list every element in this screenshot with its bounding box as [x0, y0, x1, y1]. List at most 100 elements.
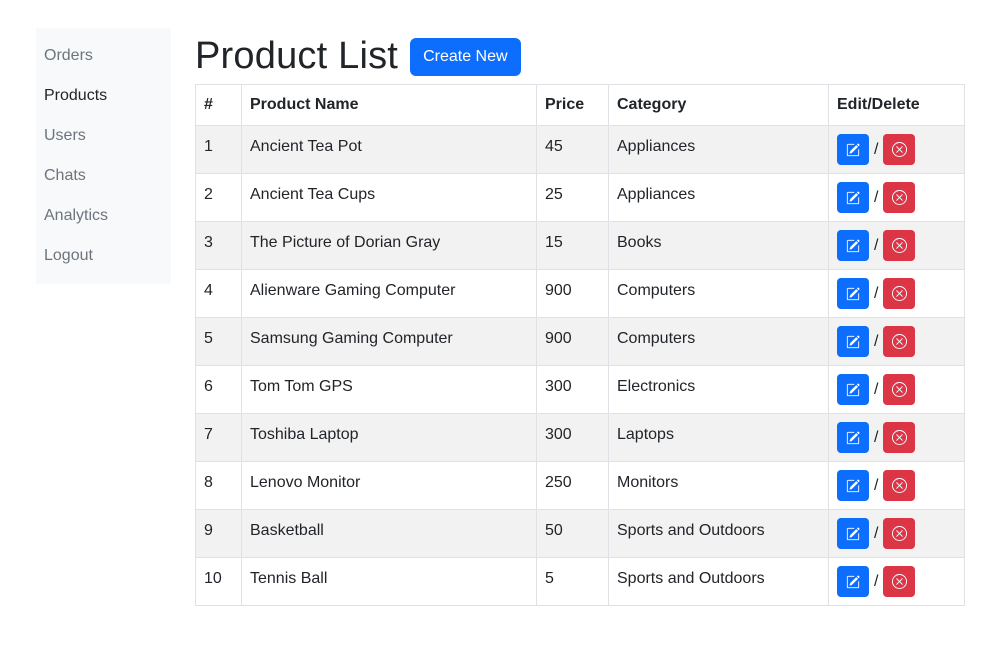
delete-button[interactable]: [883, 422, 916, 453]
x-circle-icon: [891, 430, 907, 445]
sidebar-item-users[interactable]: Users: [36, 122, 171, 162]
row-actions: /: [828, 557, 965, 606]
x-circle-icon: [891, 478, 907, 493]
row-actions: /: [828, 173, 965, 222]
x-circle-icon: [891, 286, 907, 301]
sidebar-nav: Orders Products Users Chats Analytics Lo…: [36, 28, 171, 282]
row-actions: /: [828, 461, 965, 510]
edit-button[interactable]: [837, 278, 869, 309]
sidebar-item-logout[interactable]: Logout: [36, 242, 171, 282]
action-group: /: [837, 566, 956, 597]
delete-button[interactable]: [883, 134, 916, 165]
x-circle-icon: [891, 526, 907, 541]
table-row: 7 Toshiba Laptop 300 Laptops /: [195, 413, 965, 462]
action-separator: /: [874, 380, 879, 398]
product-price: 900: [536, 269, 609, 318]
action-group: /: [837, 230, 956, 261]
pencil-square-icon: [846, 190, 860, 204]
edit-button[interactable]: [837, 182, 869, 213]
pencil-square-icon: [846, 286, 860, 300]
product-price: 250: [536, 461, 609, 510]
column-header-number: #: [195, 84, 242, 126]
action-separator: /: [874, 332, 879, 350]
row-actions: /: [828, 317, 965, 366]
x-circle-icon: [891, 334, 907, 349]
product-name: Samsung Gaming Computer: [241, 317, 537, 366]
product-name: Basketball: [241, 509, 537, 558]
action-group: /: [837, 182, 956, 213]
action-separator: /: [874, 428, 879, 446]
delete-button[interactable]: [883, 278, 916, 309]
product-name: The Picture of Dorian Gray: [241, 221, 537, 270]
row-number: 6: [195, 365, 242, 414]
sidebar-item-analytics[interactable]: Analytics: [36, 202, 171, 242]
table-body: 1 Ancient Tea Pot 45 Appliances / 2 Anci…: [195, 125, 965, 606]
edit-button[interactable]: [837, 326, 869, 357]
action-separator: /: [874, 188, 879, 206]
product-category: Books: [608, 221, 829, 270]
page-title: Product List: [195, 35, 399, 77]
product-price: 5: [536, 557, 609, 606]
pencil-square-icon: [846, 382, 860, 396]
pencil-square-icon: [846, 142, 860, 156]
row-actions: /: [828, 125, 965, 174]
product-category: Appliances: [608, 173, 829, 222]
row-number: 7: [195, 413, 242, 462]
product-price: 45: [536, 125, 609, 174]
sidebar-item-orders[interactable]: Orders: [36, 42, 171, 82]
product-name: Tom Tom GPS: [241, 365, 537, 414]
product-name: Toshiba Laptop: [241, 413, 537, 462]
table-row: 2 Ancient Tea Cups 25 Appliances /: [195, 173, 965, 222]
table-row: 5 Samsung Gaming Computer 900 Computers …: [195, 317, 965, 366]
table-header-row: # Product Name Price Category Edit/Delet…: [195, 84, 965, 126]
x-circle-icon: [891, 574, 907, 589]
delete-button[interactable]: [883, 518, 916, 549]
sidebar-item-products[interactable]: Products: [36, 82, 171, 122]
x-circle-icon: [891, 142, 907, 157]
row-number: 3: [195, 221, 242, 270]
table-row: 8 Lenovo Monitor 250 Monitors /: [195, 461, 965, 510]
product-name: Ancient Tea Pot: [241, 125, 537, 174]
delete-button[interactable]: [883, 182, 916, 213]
product-category: Monitors: [608, 461, 829, 510]
column-header-category: Category: [608, 84, 829, 126]
delete-button[interactable]: [883, 374, 916, 405]
row-number: 5: [195, 317, 242, 366]
column-header-price: Price: [536, 84, 609, 126]
sidebar: Orders Products Users Chats Analytics Lo…: [36, 28, 171, 284]
product-category: Appliances: [608, 125, 829, 174]
delete-button[interactable]: [883, 230, 916, 261]
product-category: Sports and Outdoors: [608, 557, 829, 606]
edit-button[interactable]: [837, 374, 869, 405]
edit-button[interactable]: [837, 566, 869, 597]
edit-button[interactable]: [837, 134, 869, 165]
row-number: 1: [195, 125, 242, 174]
product-name: Alienware Gaming Computer: [241, 269, 537, 318]
action-group: /: [837, 374, 956, 405]
action-group: /: [837, 326, 956, 357]
delete-button[interactable]: [883, 566, 916, 597]
sidebar-item-chats[interactable]: Chats: [36, 162, 171, 202]
row-number: 10: [195, 557, 242, 606]
pencil-square-icon: [846, 238, 860, 252]
edit-button[interactable]: [837, 518, 869, 549]
product-table: # Product Name Price Category Edit/Delet…: [195, 84, 965, 606]
row-number: 8: [195, 461, 242, 510]
create-new-button[interactable]: Create New: [410, 38, 521, 76]
page-header: Product List Create New: [195, 28, 521, 84]
product-category: Computers: [608, 317, 829, 366]
edit-button[interactable]: [837, 422, 869, 453]
pencil-square-icon: [846, 574, 860, 588]
delete-button[interactable]: [883, 326, 916, 357]
product-name: Ancient Tea Cups: [241, 173, 537, 222]
product-price: 15: [536, 221, 609, 270]
row-number: 2: [195, 173, 242, 222]
action-group: /: [837, 518, 956, 549]
table-row: 4 Alienware Gaming Computer 900 Computer…: [195, 269, 965, 318]
product-category: Sports and Outdoors: [608, 509, 829, 558]
column-header-product-name: Product Name: [241, 84, 537, 126]
action-group: /: [837, 422, 956, 453]
edit-button[interactable]: [837, 230, 869, 261]
delete-button[interactable]: [883, 470, 916, 501]
edit-button[interactable]: [837, 470, 869, 501]
